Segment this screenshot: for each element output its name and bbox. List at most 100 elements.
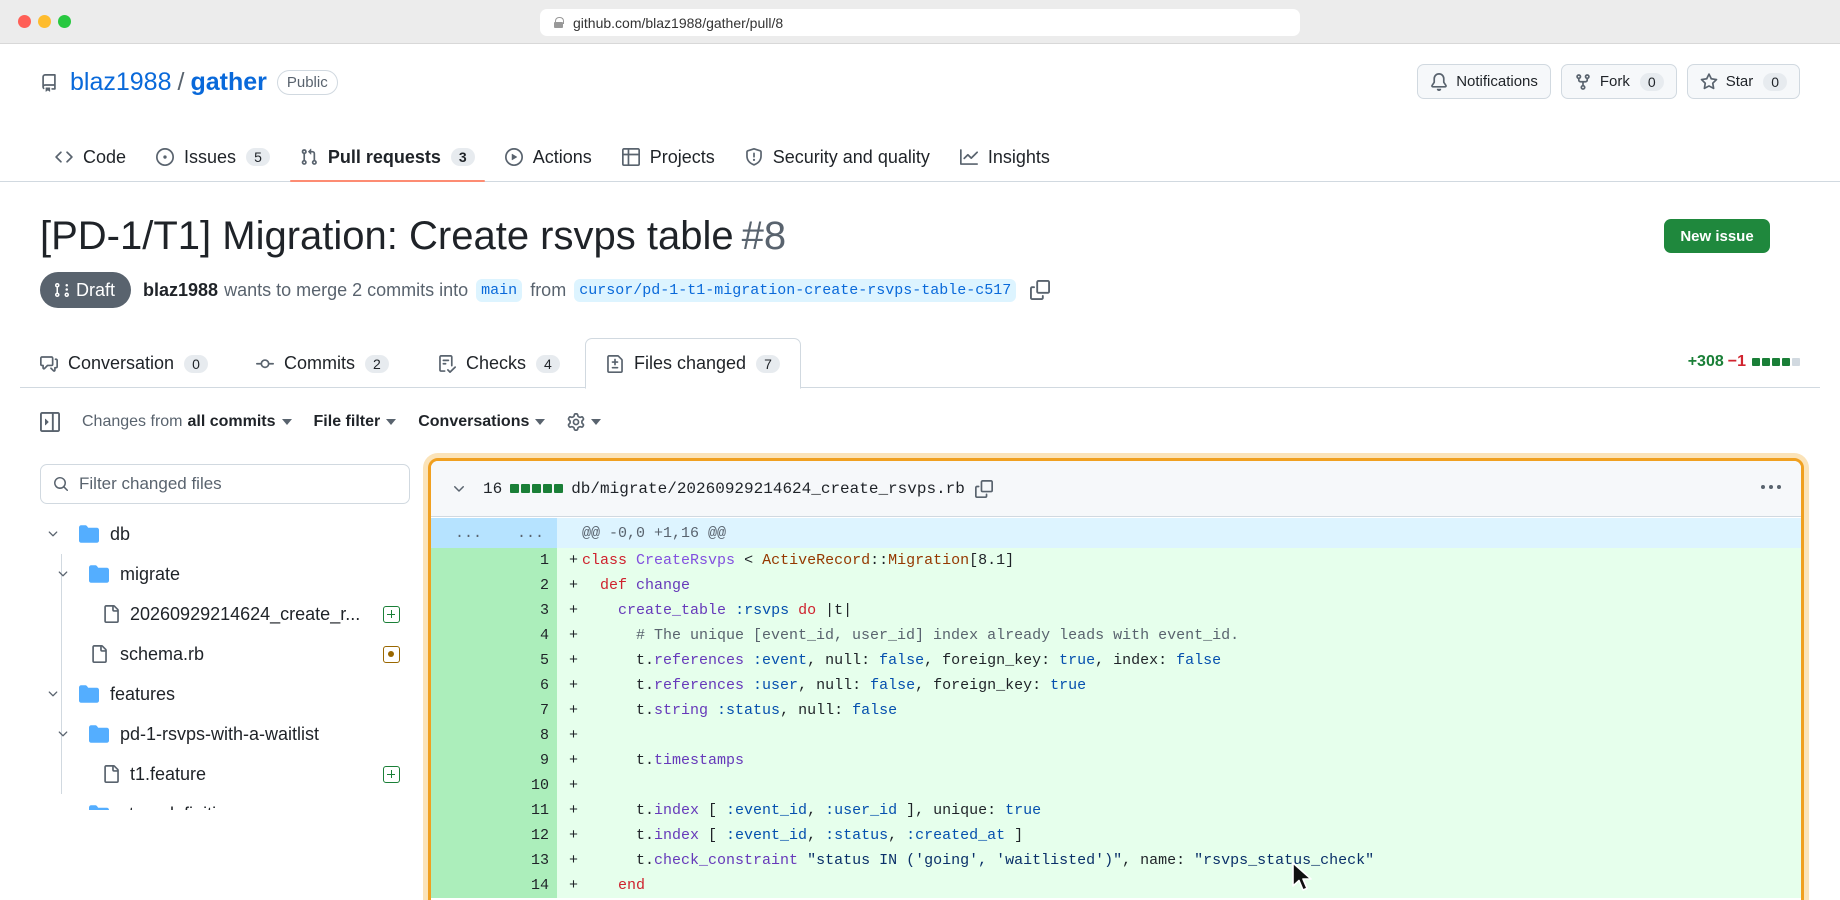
minimize-window-button[interactable]	[38, 15, 51, 28]
diff-line[interactable]: 13 + t.check_constraint "status IN ('goin…	[431, 848, 1801, 873]
nav-pull-requests[interactable]: Pull requests 3	[285, 132, 490, 182]
nav-pulls-label: Pull requests	[327, 146, 441, 167]
base-branch[interactable]: main	[476, 278, 523, 302]
tree-label: step_definitions	[120, 804, 245, 811]
diff-file-path[interactable]: db/migrate/20260929214624_create_rsvps.r…	[571, 480, 965, 498]
chevron-down-icon[interactable]	[451, 481, 467, 497]
nav-code[interactable]: Code	[40, 132, 141, 182]
fork-icon	[1576, 73, 1590, 90]
fork-button[interactable]: Fork 0	[1560, 64, 1677, 99]
repo-actions: Notifications Fork 0 Star 0	[1417, 64, 1800, 99]
notifications-button[interactable]: Notifications	[1417, 64, 1551, 99]
tab-files-count: 7	[756, 354, 780, 373]
repo-separator: /	[177, 68, 185, 96]
diff-line[interactable]: 10 +	[431, 773, 1801, 798]
added-marker: +	[569, 702, 579, 719]
diff-line[interactable]: 9 + t.timestamps	[431, 748, 1801, 773]
diff-line[interactable]: 12 + t.index [ :event_id, :status, :creat…	[431, 823, 1801, 848]
tree-folder-features[interactable]: features	[40, 674, 410, 714]
tree-folder-waitlist[interactable]: pd-1-rsvps-with-a-waitlist	[40, 714, 410, 754]
diff-lines: 1 + class CreateRsvps < ActiveRecord::Migr…	[431, 548, 1801, 898]
file-icon	[104, 765, 119, 783]
folder-icon	[89, 805, 109, 810]
filter-files-input[interactable]: Filter changed files	[40, 464, 410, 504]
star-button[interactable]: Star 0	[1686, 64, 1800, 99]
diff-line[interactable]: 14 + end	[431, 873, 1801, 898]
nav-issues[interactable]: Issues 5	[141, 132, 285, 182]
pr-author-link[interactable]: blaz1988	[143, 280, 218, 301]
line-number[interactable]: 11	[431, 802, 549, 819]
diff-line[interactable]: 7 + t.string :status, null: false	[431, 698, 1801, 723]
tab-checks[interactable]: Checks 4	[438, 338, 560, 389]
line-number[interactable]: 10	[431, 777, 549, 794]
diff-line[interactable]: 5 + t.references :event, null: false, for…	[431, 648, 1801, 673]
tree-folder-step-definitions[interactable]: step_definitions	[40, 794, 410, 810]
line-number[interactable]: 3	[431, 602, 549, 619]
repo-title: blaz1988 / gather Public	[40, 68, 338, 97]
line-number[interactable]: 2	[431, 577, 549, 594]
tree-file-feature[interactable]: t1.feature	[40, 754, 410, 794]
diff-line[interactable]: 11 + t.index [ :event_id, :user_id ], uni…	[431, 798, 1801, 823]
copy-icon[interactable]	[1030, 280, 1051, 300]
line-number[interactable]: 5	[431, 652, 549, 669]
diff-line[interactable]: 3 + create_table :rsvps do |t|	[431, 598, 1801, 623]
conversations-dropdown[interactable]: Conversations	[418, 413, 546, 431]
gear-icon	[568, 413, 585, 431]
notifications-label: Notifications	[1456, 73, 1538, 90]
tab-files-changed[interactable]: Files changed 7	[585, 338, 801, 389]
nav-insights[interactable]: Insights	[945, 132, 1065, 182]
line-number[interactable]: 6	[431, 677, 549, 694]
tree-file-schema[interactable]: schema.rb	[40, 634, 410, 674]
tree-folder-migrate[interactable]: migrate	[40, 554, 410, 594]
line-number[interactable]: 4	[431, 627, 549, 644]
close-window-button[interactable]	[18, 15, 31, 28]
tree-folder-db[interactable]: db	[40, 514, 410, 554]
line-number[interactable]: 9	[431, 752, 549, 769]
changes-value: all commits	[187, 413, 276, 430]
tab-conversation[interactable]: Conversation 0	[40, 338, 208, 389]
file-filter-dropdown[interactable]: File filter	[314, 413, 397, 431]
diff-line[interactable]: 4 + # The unique [event_id, user_id] inde…	[431, 623, 1801, 648]
line-number[interactable]: 1	[431, 552, 549, 569]
file-icon	[92, 645, 107, 663]
address-bar[interactable]: github.com/blaz1988/gather/pull/8	[540, 9, 1300, 36]
head-branch[interactable]: cursor/pd-1-t1-migration-create-rsvps-ta…	[574, 278, 1017, 302]
nav-security[interactable]: Security and quality	[730, 132, 945, 182]
changes-from-dropdown[interactable]: Changes from all commits	[82, 413, 292, 431]
tree-label: pd-1-rsvps-with-a-waitlist	[120, 723, 320, 744]
url-text: github.com/blaz1988/gather/pull/8	[573, 14, 784, 31]
diff-line[interactable]: 2 + def change	[431, 573, 1801, 598]
repo-nav: Code Issues 5 Pull requests 3 Actions Pr…	[40, 132, 1065, 182]
tab-checks-label: Checks	[466, 353, 527, 373]
settings-dropdown[interactable]	[567, 413, 602, 431]
line-number[interactable]: 12	[431, 827, 549, 844]
new-issue-button[interactable]: New issue	[1664, 219, 1770, 253]
sidebar-toggle-icon[interactable]	[40, 412, 60, 432]
expand-down-dots[interactable]: ...	[517, 525, 544, 542]
diff-line[interactable]: 6 + t.references :user, null: false, fore…	[431, 673, 1801, 698]
code-text: # The unique [event_id, user_id] index a…	[582, 627, 1240, 644]
nav-actions-label: Actions	[532, 146, 592, 167]
expand-up-dots[interactable]: ...	[455, 525, 482, 542]
nav-projects[interactable]: Projects	[607, 132, 730, 182]
repo-name-link[interactable]: gather	[190, 68, 266, 97]
tab-commits[interactable]: Commits 2	[256, 338, 389, 389]
folder-icon	[79, 685, 99, 703]
tree-file-migration[interactable]: 20260929214624_create_r...	[40, 594, 410, 634]
more-options-icon[interactable]	[1761, 485, 1781, 489]
nav-actions[interactable]: Actions	[490, 132, 607, 182]
file-added-icon	[383, 606, 400, 623]
line-number[interactable]: 8	[431, 727, 549, 744]
line-number[interactable]: 14	[431, 877, 549, 894]
table-icon	[621, 148, 640, 166]
line-number[interactable]: 13	[431, 852, 549, 869]
line-number[interactable]: 7	[431, 702, 549, 719]
diff-line[interactable]: 8 +	[431, 723, 1801, 748]
zoom-window-button[interactable]	[58, 15, 71, 28]
fork-label: Fork	[1599, 73, 1630, 90]
code-text: end	[618, 877, 646, 894]
diff-line[interactable]: 1 + class CreateRsvps < ActiveRecord::Migr…	[431, 548, 1801, 573]
copy-icon[interactable]	[974, 479, 993, 498]
repo-icon	[42, 73, 56, 92]
repo-owner-link[interactable]: blaz1988	[70, 68, 171, 97]
